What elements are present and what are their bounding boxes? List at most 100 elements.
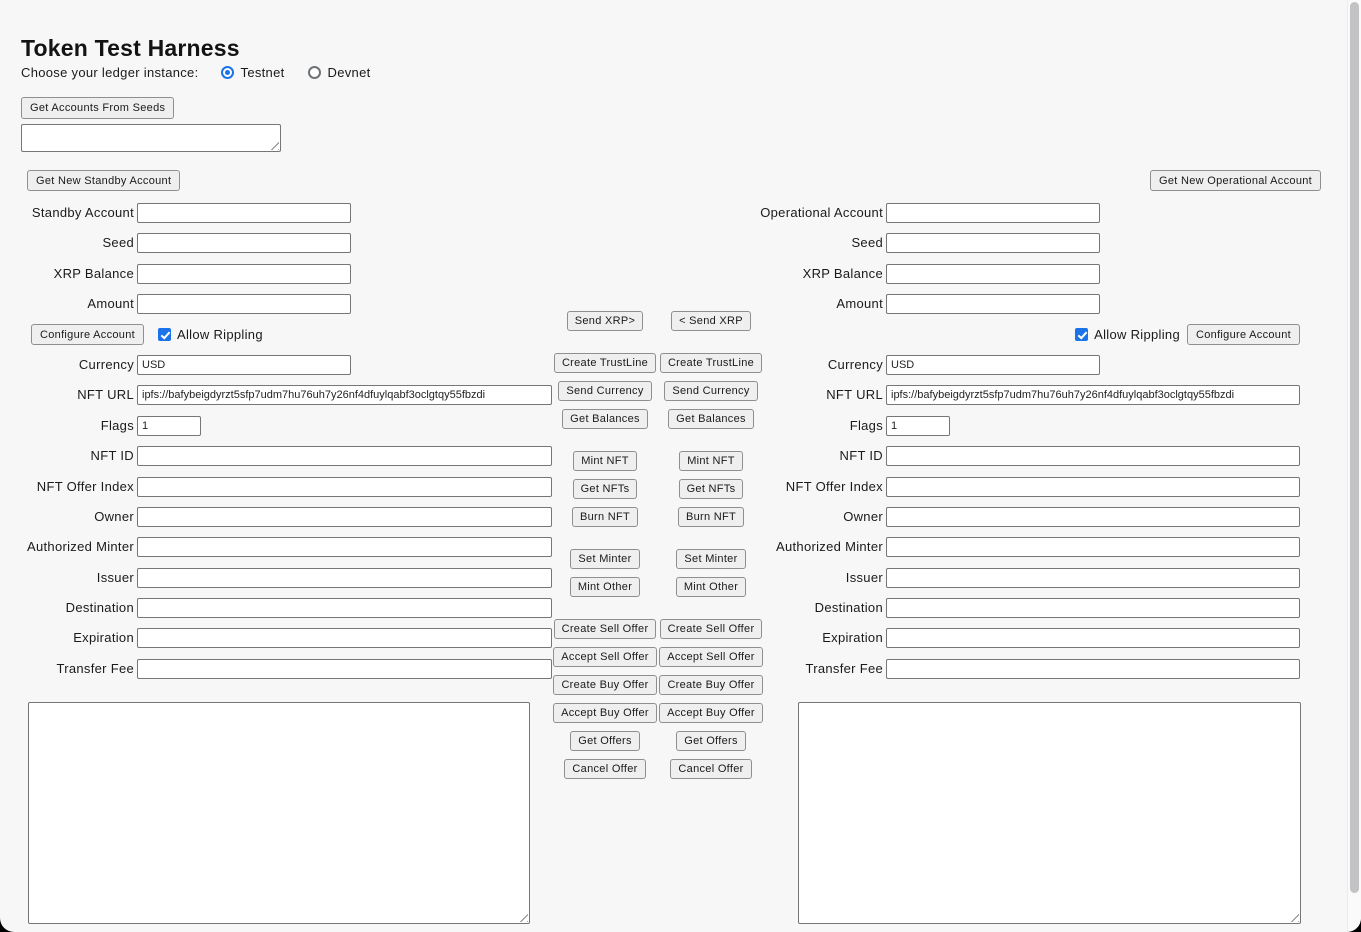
form-row: Expiration — [21, 628, 573, 648]
operational-issuer-input[interactable] — [886, 568, 1300, 588]
ledger-option-testnet[interactable]: Testnet — [221, 65, 285, 80]
testnet-radio[interactable] — [221, 66, 234, 79]
standby-issuer-input[interactable] — [137, 568, 552, 588]
operational-create-sell-offer-button[interactable]: Create Sell Offer — [660, 619, 763, 639]
standby-send-currency-button[interactable]: Send Currency — [558, 381, 651, 401]
operational-xrp-balance-input[interactable] — [886, 264, 1100, 284]
operational-nft-url-input[interactable] — [886, 385, 1300, 405]
standby-owner-label: Owner — [21, 507, 137, 527]
devnet-radio[interactable] — [308, 66, 321, 79]
standby-send-xrp-button[interactable]: Send XRP> — [567, 311, 644, 331]
operational-nft-url-label: NFT URL — [740, 385, 886, 405]
operational-configure-row: Allow Rippling Configure Account — [740, 325, 1300, 345]
standby-owner-input[interactable] — [137, 507, 552, 527]
testnet-radio-label: Testnet — [241, 65, 285, 80]
seeds-textarea-wrap — [21, 124, 281, 152]
operational-mint-nft-button[interactable]: Mint NFT — [679, 451, 743, 471]
operational-allow-rippling-checkbox[interactable] — [1075, 328, 1088, 341]
standby-allow-rippling-label: Allow Rippling — [177, 327, 263, 342]
operational-seed-input[interactable] — [886, 233, 1100, 253]
standby-create-buy-offer-button[interactable]: Create Buy Offer — [553, 675, 656, 695]
standby-authorized-minter-input[interactable] — [137, 537, 552, 557]
standby-mint-nft-button[interactable]: Mint NFT — [573, 451, 637, 471]
operational-get-offers-button[interactable]: Get Offers — [676, 731, 746, 751]
operational-authorized-minter-input[interactable] — [886, 537, 1300, 557]
form-row: Destination — [21, 598, 573, 618]
standby-seed-label: Seed — [21, 233, 137, 253]
standby-get-balances-button[interactable]: Get Balances — [562, 409, 648, 429]
seeds-textarea[interactable] — [21, 124, 281, 152]
form-row: NFT Offer Index — [740, 477, 1300, 497]
standby-amount-label: Amount — [21, 294, 137, 314]
ledger-option-devnet[interactable]: Devnet — [308, 65, 371, 80]
standby-get-nfts-button[interactable]: Get NFTs — [573, 479, 638, 499]
standby-flags-input[interactable] — [137, 416, 201, 436]
standby-set-minter-button[interactable]: Set Minter — [570, 549, 639, 569]
operational-account-input[interactable] — [886, 203, 1100, 223]
operational-accept-sell-offer-button[interactable]: Accept Sell Offer — [659, 647, 762, 667]
operational-get-balances-button[interactable]: Get Balances — [668, 409, 754, 429]
operational-nft-id-input[interactable] — [886, 446, 1300, 466]
form-row: Currency — [21, 355, 573, 375]
operational-nft-offer-index-input[interactable] — [886, 477, 1300, 497]
standby-destination-input[interactable] — [137, 598, 552, 618]
standby-nft-url-input[interactable] — [137, 385, 552, 405]
operational-send-currency-button[interactable]: Send Currency — [664, 381, 757, 401]
standby-account-input[interactable] — [137, 203, 351, 223]
vertical-scrollbar-thumb[interactable] — [1350, 2, 1359, 893]
get-new-operational-account-button[interactable]: Get New Operational Account — [1150, 170, 1321, 191]
standby-nft-offer-index-input[interactable] — [137, 477, 552, 497]
standby-nft-id-label: NFT ID — [21, 446, 137, 466]
operational-configure-account-button[interactable]: Configure Account — [1187, 324, 1300, 345]
form-row: Standby Account — [21, 203, 573, 223]
operational-allow-rippling-label: Allow Rippling — [1094, 327, 1180, 342]
standby-currency-label: Currency — [21, 355, 137, 375]
standby-expiration-input[interactable] — [137, 628, 552, 648]
operational-issuer-label: Issuer — [740, 568, 886, 588]
standby-accept-buy-offer-button[interactable]: Accept Buy Offer — [553, 703, 657, 723]
standby-accept-sell-offer-button[interactable]: Accept Sell Offer — [553, 647, 656, 667]
operational-flags-input[interactable] — [886, 416, 950, 436]
operational-transfer-fee-input[interactable] — [886, 659, 1300, 679]
standby-cancel-offer-button[interactable]: Cancel Offer — [564, 759, 645, 779]
operational-cancel-offer-button[interactable]: Cancel Offer — [670, 759, 751, 779]
operational-destination-input[interactable] — [886, 598, 1300, 618]
standby-get-offers-button[interactable]: Get Offers — [570, 731, 640, 751]
standby-seed-input[interactable] — [137, 233, 351, 253]
form-row: Authorized Minter — [21, 537, 573, 557]
operational-burn-nft-button[interactable]: Burn NFT — [678, 507, 744, 527]
operational-create-buy-offer-button[interactable]: Create Buy Offer — [659, 675, 762, 695]
operational-mint-other-button[interactable]: Mint Other — [676, 577, 746, 597]
operational-amount-input[interactable] — [886, 294, 1100, 314]
operational-currency-input[interactable] — [886, 355, 1100, 375]
standby-currency-input[interactable] — [137, 355, 351, 375]
operational-create-trustline-button[interactable]: Create TrustLine — [660, 353, 762, 373]
get-accounts-from-seeds-button[interactable]: Get Accounts From Seeds — [21, 97, 174, 119]
form-row: Flags — [21, 416, 573, 436]
standby-create-trustline-button[interactable]: Create TrustLine — [554, 353, 656, 373]
operational-get-nfts-button[interactable]: Get NFTs — [679, 479, 744, 499]
form-row: Seed — [21, 233, 573, 253]
form-row: Expiration — [740, 628, 1300, 648]
standby-transfer-fee-input[interactable] — [137, 659, 552, 679]
operational-expiration-input[interactable] — [886, 628, 1300, 648]
standby-amount-input[interactable] — [137, 294, 351, 314]
standby-configure-account-button[interactable]: Configure Account — [31, 324, 144, 345]
standby-nft-id-input[interactable] — [137, 446, 552, 466]
operational-accept-buy-offer-button[interactable]: Accept Buy Offer — [659, 703, 763, 723]
standby-create-sell-offer-button[interactable]: Create Sell Offer — [554, 619, 657, 639]
get-new-standby-account-button[interactable]: Get New Standby Account — [27, 170, 180, 191]
standby-burn-nft-button[interactable]: Burn NFT — [572, 507, 638, 527]
standby-allow-rippling-checkbox[interactable] — [158, 328, 171, 341]
form-row: Destination — [740, 598, 1300, 618]
standby-results-textarea[interactable] — [28, 702, 530, 924]
operational-account-label: Operational Account — [740, 203, 886, 223]
operational-set-minter-button[interactable]: Set Minter — [676, 549, 745, 569]
operational-send-xrp-button[interactable]: < Send XRP — [671, 311, 751, 331]
operational-results-textarea[interactable] — [798, 702, 1301, 924]
standby-transfer-fee-label: Transfer Fee — [21, 659, 137, 679]
operational-owner-input[interactable] — [886, 507, 1300, 527]
standby-xrp-balance-input[interactable] — [137, 264, 351, 284]
standby-mint-other-button[interactable]: Mint Other — [570, 577, 640, 597]
form-row: NFT ID — [740, 446, 1300, 466]
